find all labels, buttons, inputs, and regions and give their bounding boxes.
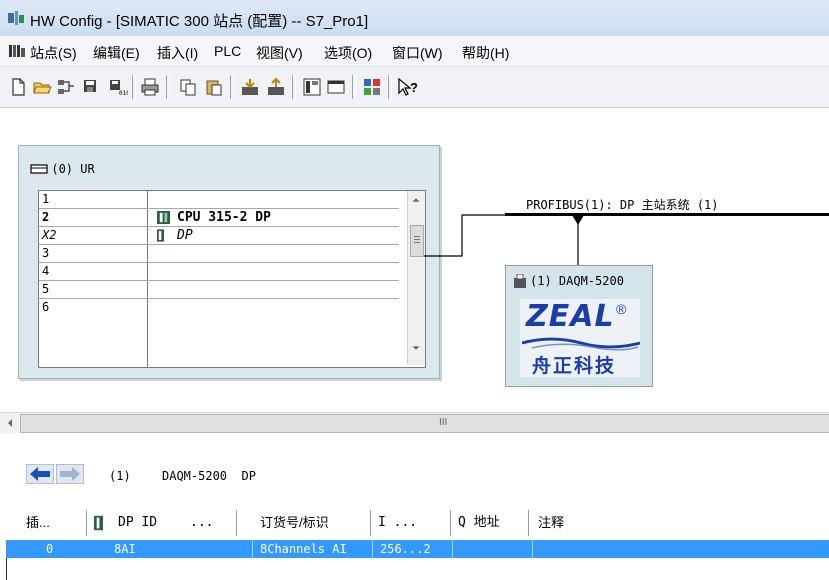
column-header-i-address[interactable]: I ... [378,510,451,536]
slot-number: X2 [42,228,57,242]
forward-arrow-icon[interactable] [56,464,84,484]
dp-id-ellipsis: ... [190,515,214,530]
svg-text:010: 010 [119,90,128,97]
rack-vertical-scrollbar[interactable] [407,191,425,365]
registered-mark: ® [616,301,627,317]
back-arrow-icon[interactable] [26,464,54,484]
rack-title: (0) UR [30,162,95,176]
menu-options[interactable]: 选项(O) [324,43,372,63]
slot-module: DP [177,228,193,243]
menu-edit[interactable]: 编辑(E) [93,43,140,63]
scrollbar-thumb[interactable]: III [20,414,829,433]
detail-index: (1) [109,469,131,483]
svg-text:?: ? [410,80,418,95]
help-pointer-icon[interactable]: ? [396,77,422,97]
slot-module: CPU 315-2 DP [177,210,271,225]
slot-number: 6 [42,300,50,314]
toolbar-separator [230,75,234,99]
rack-slot-row[interactable]: 3 [39,245,399,263]
slave-device-icon [514,274,526,288]
cell-dp-id: 8AI [114,542,136,556]
network-icon[interactable] [56,77,76,97]
network-config-icon[interactable] [362,77,382,97]
column-header-comment[interactable]: 注释 [538,510,798,536]
menu-help[interactable]: 帮助(H) [462,43,509,63]
catalog-icon[interactable] [302,77,322,97]
station-menu-icon[interactable] [9,44,25,58]
scroll-down-icon[interactable] [408,341,424,355]
menu-view[interactable]: 视图(V) [256,43,303,63]
profibus-label: PROFIBUS(1): DP 主站系统 (1) [526,198,719,212]
menu-station[interactable]: 站点(S) [30,43,77,63]
dp-slave-daqm-5200[interactable]: (1) DAQM-5200 ZEAL ® 舟正科技 [505,265,653,387]
rack-slot-row[interactable]: X2 DP [39,227,399,245]
menu-bar: 站点(S) 编辑(E) 插入(I) PLC 视图(V) 选项(O) 窗口(W) … [0,36,829,67]
slot-number: 4 [42,264,50,278]
save-compile-icon[interactable]: 010 [108,77,128,97]
new-icon[interactable] [8,77,28,97]
toolbar-separator [292,75,296,99]
scrollbar-thumb[interactable] [410,225,424,257]
cell-comment [540,540,800,558]
profibus-bus-line[interactable] [505,213,829,216]
paste-icon[interactable] [204,77,224,97]
title-bar: HW Config - [SIMATIC 300 站点 (配置) -- S7_P… [0,0,829,36]
rack-slot-row[interactable]: 1 [39,191,399,209]
slave-label: (1) DAQM-5200 [530,274,624,288]
window-icon[interactable] [326,77,346,97]
window-title: HW Config - [SIMATIC 300 站点 (配置) -- S7_P… [30,13,369,30]
toolbar-separator [352,75,356,99]
nav-arrows [26,464,84,486]
upload-icon[interactable] [266,77,286,97]
dp-interface-icon [157,229,164,242]
rack-slot-row[interactable]: 5 [39,281,399,299]
copy-icon[interactable] [178,77,198,97]
dp-id-label: DP ID [118,515,158,530]
logo-swoosh [522,337,640,351]
save-icon[interactable] [80,77,100,97]
rack-icon [30,164,48,174]
bus-drop-connector [572,215,584,267]
cpu-module-icon [157,211,170,224]
rack-slot-row[interactable]: 4 [39,263,399,281]
cell-slot: 0 [46,542,54,556]
rack-slot-table[interactable]: 1 2 CPU 315-2 DP X2 DP 3 4 5 6 [38,190,426,368]
detail-station-name: DAQM-5200 DP [162,469,256,483]
slot-number: 2 [42,210,50,224]
menu-window[interactable]: 窗口(W) [392,43,443,63]
detail-table[interactable]: 插... DP ID ... 订货号/标识 I ... Q 地址 注释 0 8A… [6,510,829,580]
column-header-slot[interactable]: 插... [26,510,87,536]
rack-title-text: (0) UR [51,162,95,176]
rack-slot-row[interactable]: 2 CPU 315-2 DP [39,209,399,227]
rack-slot-row[interactable]: 6 [39,299,399,316]
scroll-left-icon[interactable] [2,415,18,431]
slot-number: 5 [42,282,50,296]
toolbar: 010 [0,67,829,108]
logo-subtext: 舟正科技 [532,355,617,377]
scroll-up-icon[interactable] [408,193,424,207]
hw-config-app-icon [8,11,24,25]
column-header-order-number[interactable]: 订货号/标识 [260,510,371,536]
toolbar-separator [132,75,136,99]
slot-number: 1 [42,192,50,206]
column-header-dp-id[interactable]: DP ID ... [118,510,237,536]
cell-q-address [460,540,530,558]
logo-text: ZEAL [526,299,615,334]
download-icon[interactable] [240,77,260,97]
open-icon[interactable] [32,77,52,97]
slot-number: 3 [42,246,50,260]
toolbar-separator [388,75,392,99]
module-column-icon [94,515,103,531]
column-header-q-address[interactable]: Q 地址 [458,510,529,536]
menu-plc[interactable]: PLC [214,43,241,59]
cell-order-number: 8Channels AI [260,542,347,556]
menu-insert[interactable]: 插入(I) [157,43,198,63]
zeal-logo: ZEAL ® 舟正科技 [520,299,640,377]
station-horizontal-scrollbar[interactable]: III [0,412,829,434]
cell-i-address: 256...2 [380,542,431,556]
print-icon[interactable] [140,77,160,97]
scrollbar-grip: III [439,417,448,428]
toolbar-separator [166,75,170,99]
dp-connection-line [424,214,506,257]
